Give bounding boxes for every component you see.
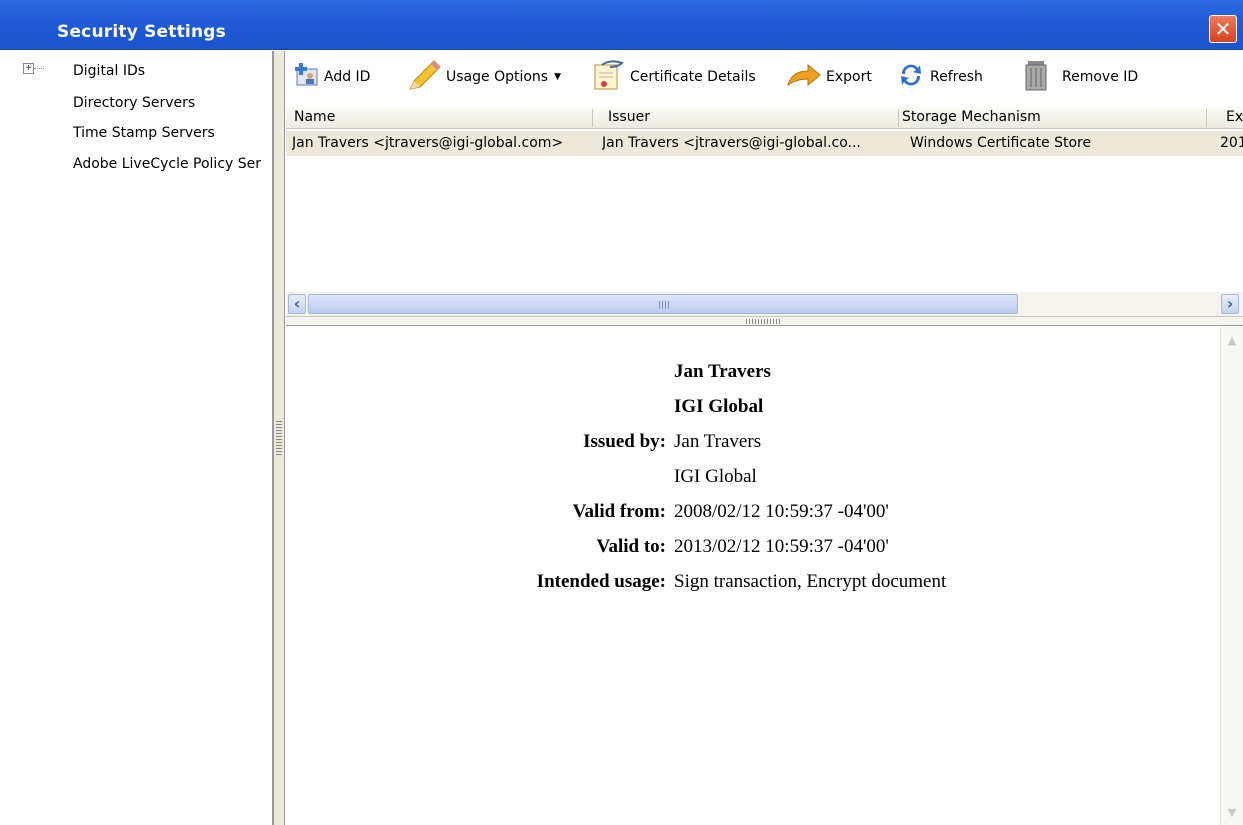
certificate-details-label: Certificate Details <box>630 69 756 85</box>
sidebar-item-livecycle-policy[interactable]: Adobe LiveCycle Policy Ser <box>73 156 273 172</box>
remove-id-button[interactable]: Remove ID <box>1022 61 1138 93</box>
issued-by-name: Jan Travers <box>674 431 762 452</box>
column-header-storage-mechanism[interactable]: Storage Mechanism <box>902 109 1041 125</box>
add-id-icon <box>292 61 320 93</box>
tree-connector <box>34 68 44 69</box>
sidebar-item-digital-ids[interactable]: Digital IDs <box>73 63 145 79</box>
holder-name: Jan Travers <box>674 361 771 382</box>
sidebar-item-time-stamp-servers[interactable]: Time Stamp Servers <box>73 125 215 141</box>
vertical-scrollbar[interactable]: ▲ ▼ <box>1220 327 1243 825</box>
certificate-details-pane: Jan Travers IGI Global Issued by: Jan Tr… <box>286 327 1220 825</box>
usage-options-label: Usage Options <box>446 69 549 85</box>
export-button[interactable]: Export <box>786 61 872 93</box>
horizontal-splitter[interactable] <box>286 316 1243 326</box>
splitter-grip-icon <box>746 319 782 324</box>
issued-by-organization: IGI Global <box>674 466 757 487</box>
chevron-down-icon: ▼ <box>554 72 562 82</box>
certificate-icon <box>592 59 626 95</box>
table-row[interactable]: Jan Travers <jtravers@igi-global.com> Ja… <box>286 131 1243 156</box>
pencil-icon <box>406 59 442 95</box>
scroll-up-icon[interactable]: ▲ <box>1224 333 1240 349</box>
column-divider[interactable] <box>898 109 899 127</box>
add-id-label: Add ID <box>324 69 371 85</box>
cell-storage-mechanism: Windows Certificate Store <box>910 135 1092 151</box>
valid-to-value: 2013/02/12 10:59:37 -04'00' <box>674 536 889 557</box>
scroll-left-icon[interactable]: ‹ <box>288 294 306 314</box>
column-divider[interactable] <box>592 109 593 127</box>
holder-organization: IGI Global <box>674 396 764 417</box>
certificate-details-button[interactable]: Certificate Details <box>592 59 756 95</box>
valid-to-label: Valid to: <box>596 536 666 557</box>
valid-from-value: 2008/02/12 10:59:37 -04'00' <box>674 501 889 522</box>
title-bar: Security Settings ✕ <box>0 0 1243 50</box>
refresh-button[interactable]: Refresh <box>896 61 983 93</box>
horizontal-scrollbar[interactable]: ‹ › <box>286 292 1243 316</box>
valid-from-label: Valid from: <box>572 501 666 522</box>
issued-by-label: Issued by: <box>583 431 666 452</box>
scroll-down-icon[interactable]: ▼ <box>1224 805 1240 821</box>
table-header: Name Issuer Storage Mechanism Ex <box>286 107 1243 129</box>
refresh-label: Refresh <box>930 69 983 85</box>
cell-expiry: 201 <box>1220 135 1243 151</box>
splitter-grip-icon <box>276 421 282 457</box>
remove-id-label: Remove ID <box>1062 69 1139 85</box>
vertical-splitter[interactable] <box>273 51 285 825</box>
sidebar-item-directory-servers[interactable]: Directory Servers <box>73 95 195 111</box>
column-header-name[interactable]: Name <box>294 109 335 125</box>
usage-options-button[interactable]: Usage Options ▼ <box>406 59 562 95</box>
close-icon: ✕ <box>1214 17 1232 41</box>
cell-issuer: Jan Travers <jtravers@igi-global.co... <box>602 135 861 151</box>
add-id-button[interactable]: Add ID <box>292 61 370 93</box>
window-title: Security Settings <box>57 22 226 42</box>
sidebar-tree: + Digital IDs Directory Servers Time Sta… <box>0 51 273 825</box>
export-arrow-icon <box>786 61 822 93</box>
refresh-icon <box>896 60 926 94</box>
scroll-right-icon[interactable]: › <box>1221 294 1239 314</box>
scrollbar-thumb[interactable] <box>308 294 1018 314</box>
toolbar: Add ID Usage Options ▼ Certificate Detai… <box>286 51 1243 105</box>
column-header-expiry[interactable]: Ex <box>1226 109 1243 125</box>
column-header-issuer[interactable]: Issuer <box>608 109 650 125</box>
thumb-grip-icon <box>659 301 669 309</box>
expand-toggle-icon[interactable]: + <box>23 63 34 74</box>
export-label: Export <box>826 69 872 85</box>
trash-icon <box>1022 59 1050 95</box>
intended-usage-label: Intended usage: <box>536 571 666 592</box>
cell-name: Jan Travers <jtravers@igi-global.com> <box>292 135 564 151</box>
column-divider[interactable] <box>1206 109 1207 127</box>
intended-usage-value: Sign transaction, Encrypt document <box>674 571 947 592</box>
close-button[interactable]: ✕ <box>1209 15 1237 43</box>
